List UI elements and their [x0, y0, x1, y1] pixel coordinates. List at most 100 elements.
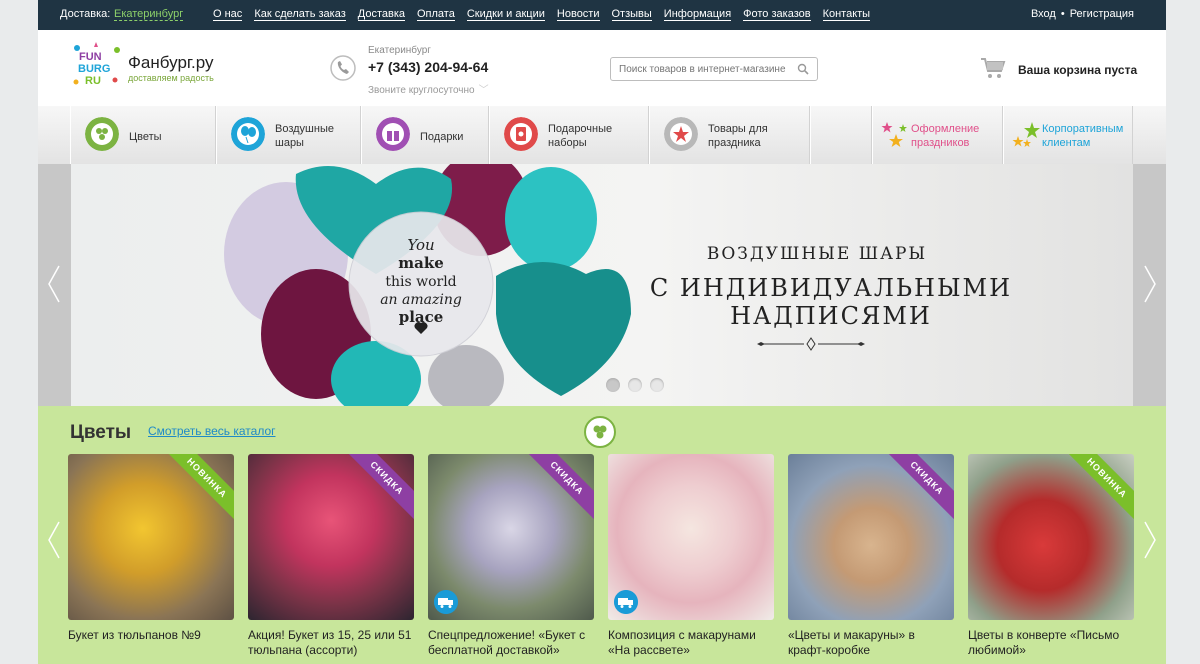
category-label-text: Корпоративным клиентам — [1042, 123, 1124, 149]
product-image[interactable]: СКИДКА — [248, 454, 414, 620]
product-image[interactable]: СКИДКА — [428, 454, 594, 620]
stars-icon — [1012, 122, 1040, 147]
chevron-left-icon[interactable] — [47, 520, 61, 560]
category-gifts[interactable]: Подарки — [361, 106, 489, 164]
product-name[interactable]: «Цветы и макаруны» в крафт-коробке — [788, 628, 954, 658]
category-label: Воздушные шары — [275, 122, 337, 150]
category-label: Оформление праздников — [911, 122, 989, 150]
category-label: Цветы — [129, 131, 162, 143]
balloon-text-4: an amazing — [380, 292, 462, 308]
category-balloons[interactable]: Воздушные шары — [216, 106, 361, 164]
product-card[interactable]: НОВИНКА Цветы в конверте «Письмо любимой… — [968, 454, 1134, 658]
cart-icon[interactable] — [980, 56, 1006, 80]
phone-number[interactable]: +7 (343) 204-94-64 — [368, 59, 488, 75]
product-card[interactable]: НОВИНКА Букет из тюльпанов №9 — [68, 454, 234, 643]
category-label-text: Оформление праздников — [911, 123, 980, 149]
call-note: Звоните круглосуточно ﹀ — [368, 81, 489, 96]
product-image[interactable]: НОВИНКА — [968, 454, 1134, 620]
chevron-left-icon[interactable] — [47, 264, 61, 304]
delivery-label: Доставка: — [60, 8, 111, 20]
top-nav-how-to-order[interactable]: Как сделать заказ — [254, 8, 346, 21]
product-card[interactable]: СКИДКА «Цветы и макаруны» в крафт-коробк… — [788, 454, 954, 658]
slider-dot-2[interactable] — [628, 378, 642, 392]
auth-separator: • — [1060, 8, 1065, 20]
banner-slide[interactable]: You make this world an amazing place ВОЗ… — [71, 164, 1133, 406]
product-image[interactable]: СКИДКА — [788, 454, 954, 620]
product-name[interactable]: Цветы в конверте «Письмо любимой» — [968, 628, 1134, 658]
flower-icon — [584, 416, 616, 448]
slider-dots — [606, 378, 664, 392]
top-bar: Доставка: Екатеринбург О нас Как сделать… — [38, 0, 1166, 30]
gift-set-icon — [504, 117, 538, 151]
logo-text-3: RU — [85, 75, 101, 87]
product-name[interactable]: Букет из тюльпанов №9 — [68, 628, 234, 643]
top-nav-payment[interactable]: Оплата — [417, 8, 455, 21]
see-all-link[interactable]: Смотреть весь каталог — [148, 424, 276, 438]
category-gift-sets[interactable]: Подарочные наборы — [489, 106, 649, 164]
new-ribbon: НОВИНКА — [161, 454, 234, 524]
section-title: Цветы — [70, 422, 132, 443]
discount-ribbon: СКИДКА — [881, 454, 954, 524]
logo-text-1: FUN — [79, 51, 102, 63]
chevron-down-icon[interactable]: ﹀ — [479, 85, 489, 96]
top-nav-contacts[interactable]: Контакты — [822, 8, 871, 21]
slider-dot-3[interactable] — [650, 378, 664, 392]
balloon-text-1: You — [407, 236, 434, 254]
balloon-text-3: this world — [385, 274, 456, 290]
site-name[interactable]: Фанбург.ру — [128, 53, 214, 73]
discount-ribbon: СКИДКА — [341, 454, 414, 524]
category-flowers[interactable]: Цветы — [70, 106, 216, 164]
promo-banner[interactable]: You make this world an amazing place ВОЗ… — [38, 164, 1166, 406]
category-party-goods[interactable]: Товары для праздника — [649, 106, 810, 164]
funburg-logo[interactable]: FUN BURG RU — [70, 40, 122, 92]
ornament-divider — [757, 337, 865, 351]
chevron-right-icon[interactable] — [1143, 264, 1157, 304]
register-link[interactable]: Регистрация — [1070, 8, 1134, 20]
category-label: Товары для праздника — [708, 122, 778, 150]
category-corporate[interactable]: Корпоративным клиентам — [1003, 106, 1133, 164]
category-label-text: Воздушные шары — [275, 123, 334, 149]
site-header: FUN BURG RU Фанбург.ру доставляем радост… — [38, 30, 1166, 106]
product-name[interactable]: Акция! Букет из 15, 25 или 51 тюльпана (… — [248, 628, 414, 658]
category-event-decor[interactable]: Оформление праздников — [872, 106, 1003, 164]
top-nav-about[interactable]: О нас — [213, 8, 243, 21]
banner-title-line2-text: С ИНДИВИДУАЛЬНЫМИ — [649, 274, 1013, 302]
product-name[interactable]: Спецпредложение! «Букет с бесплатной дос… — [428, 628, 594, 658]
phone-icon — [330, 55, 356, 81]
chevron-right-icon[interactable] — [1143, 520, 1157, 560]
top-nav-news[interactable]: Новости — [556, 8, 600, 21]
balloon-text-2: make — [398, 254, 444, 272]
category-label-text: Подарочные наборы — [548, 123, 613, 149]
product-card[interactable]: СКИДКА Акция! Букет из 15, 25 или 51 тюл… — [248, 454, 414, 658]
top-nav-reviews[interactable]: Отзывы — [611, 8, 652, 21]
product-card[interactable]: Композиция с макарунами «На рассвете» — [608, 454, 774, 658]
product-card[interactable]: СКИДКА Спецпредложение! «Букет с бесплат… — [428, 454, 594, 658]
city-selector[interactable]: Екатеринбург — [114, 8, 184, 21]
top-nav-delivery[interactable]: Доставка — [357, 8, 405, 21]
top-nav-discounts[interactable]: Скидки и акции — [466, 8, 545, 21]
logo-text-2: BURG — [78, 63, 110, 75]
auth-links: Вход • Регистрация — [1031, 8, 1134, 20]
slider-dot-1[interactable] — [606, 378, 620, 392]
call-note-text: Звоните круглосуточно — [368, 85, 475, 96]
product-image[interactable]: НОВИНКА — [68, 454, 234, 620]
search-box — [610, 57, 818, 81]
banner-title-line1: ВОЗДУШНЫЕ ШАРЫ — [706, 244, 928, 264]
search-icon[interactable] — [797, 63, 809, 75]
product-image[interactable] — [608, 454, 774, 620]
site-slogan: доставляем радость — [128, 73, 214, 83]
top-nav-info[interactable]: Информация — [663, 8, 732, 21]
flower-icon — [85, 117, 119, 151]
top-nav-order-photos[interactable]: Фото заказов — [743, 8, 811, 21]
category-label: Подарочные наборы — [548, 122, 618, 150]
banner-title-line2: С ИНДИВИДУАЛЬНЫМИ НАДПИСЯМИ — [641, 274, 1021, 330]
category-label: Подарки — [420, 131, 464, 143]
delivery-truck-icon — [614, 590, 638, 614]
cart-status[interactable]: Ваша корзина пуста — [1018, 63, 1137, 77]
balloon-icon — [231, 117, 265, 151]
delivery-truck-icon — [434, 590, 458, 614]
search-input[interactable] — [619, 62, 789, 76]
login-link[interactable]: Вход — [1031, 8, 1056, 20]
product-name[interactable]: Композиция с макарунами «На рассвете» — [608, 628, 774, 658]
header-city: Екатеринбург — [368, 45, 431, 56]
